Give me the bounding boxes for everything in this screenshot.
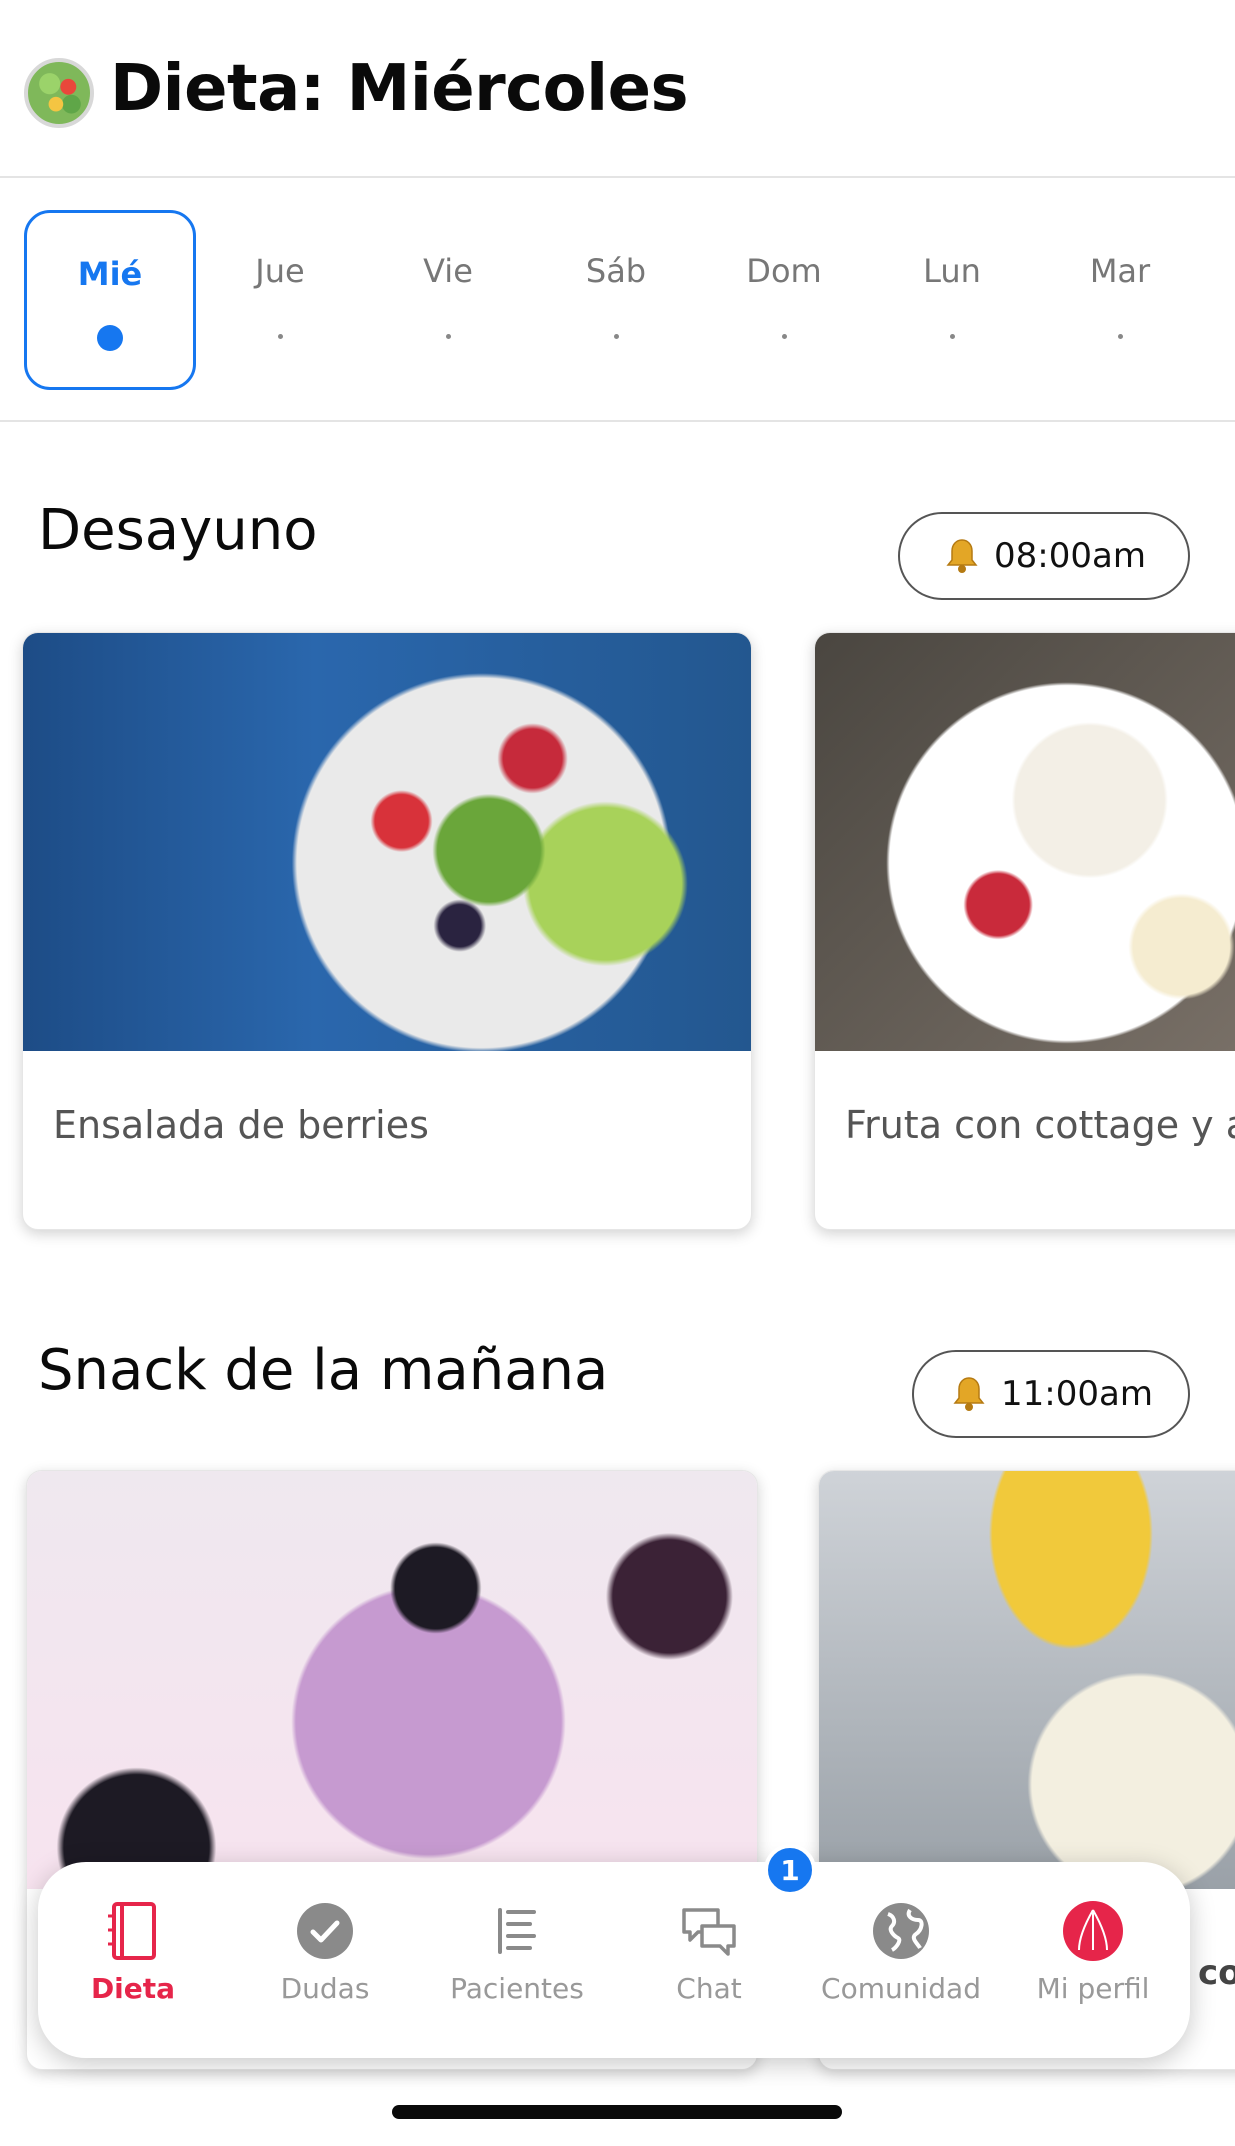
globe-icon — [870, 1900, 932, 1962]
meal-photo — [819, 1471, 1235, 1889]
day-tab-mar[interactable]: Mar — [1034, 210, 1206, 390]
nav-label: Chat — [676, 1972, 742, 2005]
check-circle-icon — [294, 1900, 356, 1962]
nav-label: Dieta — [90, 1972, 176, 2005]
meal-name: Ensalada de berries — [53, 1103, 429, 1147]
profile-avatar-icon — [1062, 1900, 1124, 1962]
day-tab-label: Dom — [746, 252, 822, 290]
nav-item-chat[interactable]: Chat — [624, 1900, 794, 2040]
day-tab-mie[interactable]: Mié — [24, 210, 196, 390]
day-tab-sab[interactable]: Sáb — [530, 210, 702, 390]
meal-photo — [27, 1471, 757, 1889]
day-indicator-dot — [97, 325, 123, 351]
day-tab-label: Mar — [1089, 252, 1151, 290]
day-indicator-dot — [949, 334, 955, 339]
day-selector: Mié Jue Vie Sáb Dom Lun Mar — [0, 180, 1235, 422]
nav-label: Comunidad — [821, 1972, 981, 2005]
salad-logo-icon — [24, 58, 94, 128]
reminder-time: 08:00am — [994, 536, 1146, 576]
day-indicator-dot — [445, 334, 451, 339]
day-tab-label: Lun — [923, 252, 981, 290]
reminder-time-button[interactable]: 11:00am — [912, 1350, 1190, 1438]
day-tab-label: Vie — [423, 252, 473, 290]
section-title-desayuno: Desayuno — [38, 498, 318, 563]
nav-item-comunidad[interactable]: Comunidad — [816, 1900, 986, 2040]
bell-icon — [942, 536, 982, 576]
bottom-nav: Dieta Dudas Pacientes Chat 1 Comunidad M… — [38, 1844, 1190, 2058]
nav-item-pacientes[interactable]: Pacientes — [432, 1900, 602, 2040]
nav-item-dudas[interactable]: Dudas — [240, 1900, 410, 2040]
home-indicator[interactable] — [392, 2105, 842, 2119]
day-tab-dom[interactable]: Dom — [698, 210, 870, 390]
nav-item-mi-perfil[interactable]: Mi perfil — [1008, 1900, 1178, 2040]
nav-label: Dudas — [280, 1972, 370, 2005]
bell-icon — [949, 1374, 989, 1414]
reminder-time-button[interactable]: 08:00am — [898, 512, 1190, 600]
nav-label: Mi perfil — [1036, 1972, 1150, 2005]
meal-photo — [815, 633, 1235, 1051]
day-tab-label: Jue — [255, 252, 305, 290]
day-tab-lun[interactable]: Lun — [866, 210, 1038, 390]
nav-item-dieta[interactable]: Dieta — [48, 1900, 218, 2040]
day-tab-jue[interactable]: Jue — [194, 210, 366, 390]
meal-card[interactable]: Ensalada de berries — [22, 632, 752, 1230]
app-header: Dieta: Miércoles — [0, 0, 1235, 178]
chat-bubbles-icon — [678, 1900, 740, 1962]
nav-label: Pacientes — [450, 1972, 584, 2005]
page-title: Dieta: Miércoles — [110, 52, 689, 126]
day-indicator-dot — [277, 334, 283, 339]
list-icon — [486, 1900, 548, 1962]
day-indicator-dot — [613, 334, 619, 339]
day-tab-label: Sáb — [585, 252, 647, 290]
day-tab-vie[interactable]: Vie — [362, 210, 534, 390]
reminder-time: 11:00am — [1001, 1374, 1153, 1414]
day-indicator-dot — [1117, 334, 1123, 339]
day-tab-label: Mié — [77, 255, 143, 293]
chat-unread-badge: 1 — [764, 1844, 816, 1896]
notebook-icon — [102, 1900, 164, 1962]
day-indicator-dot — [781, 334, 787, 339]
meal-card[interactable]: Fruta con cottage y av — [814, 632, 1235, 1230]
card-title-peek: co — [1198, 1953, 1235, 1993]
section-title-snack: Snack de la mañana — [38, 1338, 609, 1403]
meal-name: Fruta con cottage y av — [845, 1103, 1235, 1147]
meal-photo — [23, 633, 751, 1051]
